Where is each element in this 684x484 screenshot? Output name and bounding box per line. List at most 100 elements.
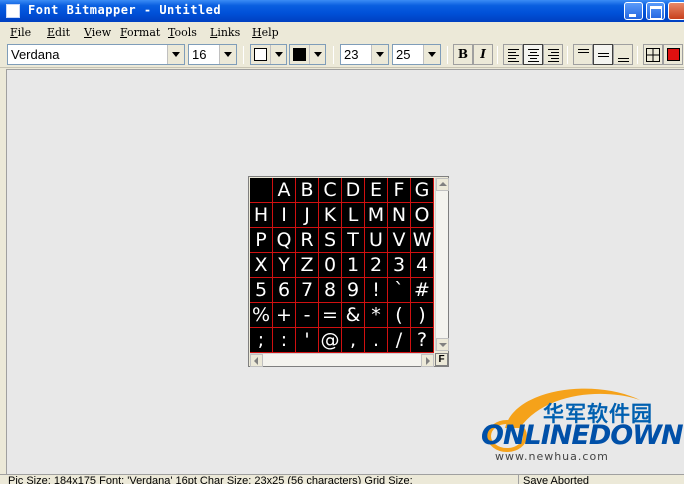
- foreground-color-picker[interactable]: [289, 44, 326, 65]
- glyph-cell[interactable]: 4: [411, 253, 434, 278]
- glyph-cell[interactable]: ;: [250, 328, 273, 353]
- glyph-cell[interactable]: G: [411, 178, 434, 203]
- title-bar[interactable]: Font Bitmapper - Untitled: [0, 0, 684, 22]
- glyph-cell[interactable]: 8: [319, 278, 342, 303]
- align-right-button[interactable]: [543, 44, 563, 65]
- glyph-cell[interactable]: ': [296, 328, 319, 353]
- glyph-cell[interactable]: C: [319, 178, 342, 203]
- glyph-cell[interactable]: 6: [273, 278, 296, 303]
- glyph-cell[interactable]: D: [342, 178, 365, 203]
- background-color-picker[interactable]: [250, 44, 287, 65]
- scroll-up-icon[interactable]: [436, 178, 449, 191]
- glyph-cell[interactable]: 3: [388, 253, 411, 278]
- glyph-cell[interactable]: [250, 178, 273, 203]
- valign-middle-button[interactable]: [593, 44, 613, 65]
- glyph-cell[interactable]: X: [250, 253, 273, 278]
- menu-file[interactable]: File: [10, 26, 31, 39]
- char-height-dropdown[interactable]: 25: [392, 44, 441, 65]
- glyph-cell[interactable]: F: [388, 178, 411, 203]
- glyph-cell[interactable]: &: [342, 303, 365, 328]
- valign-top-button[interactable]: [573, 44, 593, 65]
- glyph-cell[interactable]: V: [388, 228, 411, 253]
- glyph-cell[interactable]: =: [319, 303, 342, 328]
- glyph-cell[interactable]: /: [388, 328, 411, 353]
- italic-button[interactable]: I: [473, 44, 493, 65]
- vertical-scrollbar[interactable]: [435, 178, 449, 351]
- glyph-cell[interactable]: B: [296, 178, 319, 203]
- glyph-cell[interactable]: M: [365, 203, 388, 228]
- menu-help[interactable]: Help: [252, 26, 279, 39]
- glyph-cell[interactable]: H: [250, 203, 273, 228]
- glyph-cell[interactable]: 5: [250, 278, 273, 303]
- glyph-cell[interactable]: @: [319, 328, 342, 353]
- glyph-cell[interactable]: Y: [273, 253, 296, 278]
- glyph-cell[interactable]: :: [273, 328, 296, 353]
- glyph-cell[interactable]: 2: [365, 253, 388, 278]
- glyph-cell[interactable]: P: [250, 228, 273, 253]
- glyph-cell[interactable]: R: [296, 228, 319, 253]
- glyph-cell[interactable]: T: [342, 228, 365, 253]
- chevron-down-icon[interactable]: [270, 45, 286, 64]
- glyph-cell[interactable]: (: [388, 303, 411, 328]
- chevron-down-icon[interactable]: [423, 45, 440, 64]
- glyph-cell[interactable]: %: [250, 303, 273, 328]
- maximize-button[interactable]: [646, 2, 665, 20]
- menu-edit[interactable]: Edit: [47, 26, 70, 39]
- glyph-cell[interactable]: ?: [411, 328, 434, 353]
- valign-bottom-button[interactable]: [613, 44, 633, 65]
- grid-color-button[interactable]: [663, 44, 683, 65]
- glyph-cell[interactable]: ,: [342, 328, 365, 353]
- bold-button[interactable]: B: [453, 44, 473, 65]
- scroll-right-icon[interactable]: [421, 354, 434, 367]
- grid-toggle-button[interactable]: [643, 44, 663, 65]
- corner-box[interactable]: F: [435, 353, 448, 366]
- glyph-cell[interactable]: -: [296, 303, 319, 328]
- glyph-cell[interactable]: Q: [273, 228, 296, 253]
- char-width-dropdown[interactable]: 23: [340, 44, 389, 65]
- glyph-cell[interactable]: K: [319, 203, 342, 228]
- horizontal-scrollbar[interactable]: [250, 353, 434, 367]
- glyph-cell[interactable]: A: [273, 178, 296, 203]
- glyph-cell[interactable]: J: [296, 203, 319, 228]
- glyph-cell[interactable]: W: [411, 228, 434, 253]
- glyph-cell[interactable]: S: [319, 228, 342, 253]
- glyph-cell[interactable]: `: [388, 278, 411, 303]
- scroll-left-icon[interactable]: [250, 354, 263, 367]
- chevron-down-icon[interactable]: [371, 45, 388, 64]
- glyph-cell[interactable]: U: [365, 228, 388, 253]
- glyph-cell[interactable]: 9: [342, 278, 365, 303]
- chevron-down-icon[interactable]: [167, 45, 184, 64]
- glyph-cell[interactable]: L: [342, 203, 365, 228]
- scroll-down-icon[interactable]: [436, 338, 449, 351]
- minimize-button[interactable]: [624, 2, 643, 20]
- glyph-cell[interactable]: O: [411, 203, 434, 228]
- chevron-down-icon[interactable]: [219, 45, 236, 64]
- glyph-cell[interactable]: E: [365, 178, 388, 203]
- menu-format[interactable]: Format: [120, 26, 160, 39]
- glyph-cell[interactable]: 0: [319, 253, 342, 278]
- align-left-button[interactable]: [503, 44, 523, 65]
- glyph-cell[interactable]: I: [273, 203, 296, 228]
- font-name-dropdown[interactable]: Verdana: [7, 44, 185, 65]
- glyph-cell[interactable]: 7: [296, 278, 319, 303]
- window-title: Font Bitmapper - Untitled: [28, 3, 222, 17]
- align-center-button[interactable]: [523, 44, 543, 65]
- glyph-cell[interactable]: !: [365, 278, 388, 303]
- glyph-grid[interactable]: A B C D E F G H I J K L M N O P Q R S T U V W X Y Z 0 1 2 3 4 5 6 7 8 9! ` #%…: [250, 178, 434, 353]
- char-width-value: 23: [344, 47, 359, 62]
- app-icon: [6, 4, 20, 18]
- glyph-cell[interactable]: +: [273, 303, 296, 328]
- glyph-cell[interactable]: #: [411, 278, 434, 303]
- glyph-cell[interactable]: 1: [342, 253, 365, 278]
- glyph-cell[interactable]: *: [365, 303, 388, 328]
- menu-tools[interactable]: Tools: [168, 26, 197, 39]
- glyph-cell[interactable]: .: [365, 328, 388, 353]
- menu-links[interactable]: Links: [210, 26, 240, 39]
- font-size-dropdown[interactable]: 16: [188, 44, 237, 65]
- close-button[interactable]: [668, 2, 684, 20]
- chevron-down-icon[interactable]: [309, 45, 325, 64]
- glyph-cell[interactable]: N: [388, 203, 411, 228]
- glyph-cell[interactable]: Z: [296, 253, 319, 278]
- glyph-cell[interactable]: ): [411, 303, 434, 328]
- menu-view[interactable]: View: [84, 26, 111, 39]
